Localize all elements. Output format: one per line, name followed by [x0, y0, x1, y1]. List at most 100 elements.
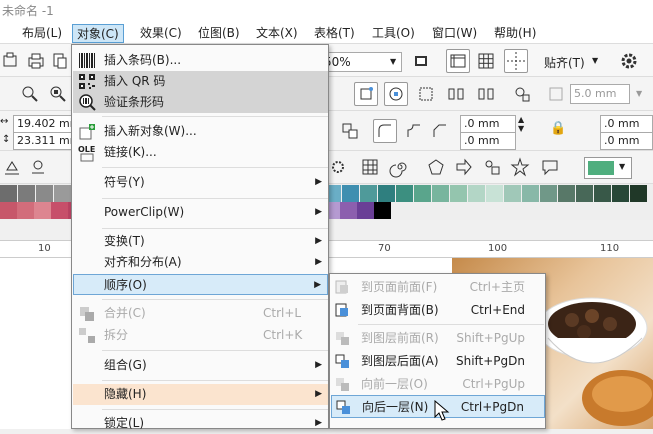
snap-to-menu[interactable]: 贴齐(T)	[544, 54, 585, 71]
gear-icon[interactable]	[617, 49, 641, 73]
palette-swatch[interactable]	[450, 185, 467, 202]
palette-swatch[interactable]	[558, 185, 575, 202]
menu-to-front-of-layer[interactable]: 到图层前面(R) Shift+PgUp	[331, 327, 545, 350]
palette-swatch[interactable]	[432, 185, 449, 202]
palette-swatch[interactable]	[374, 202, 391, 219]
menu-to-back-of-layer[interactable]: 到图层后面(A) Shift+PgDn	[331, 350, 545, 373]
menu-tools[interactable]: 工具(O)	[368, 24, 419, 43]
palette-swatch[interactable]	[0, 202, 17, 219]
spinner-icon[interactable]: ▲ ▼	[518, 115, 524, 133]
palette-swatch[interactable]	[378, 185, 395, 202]
palette-swatch[interactable]	[54, 185, 71, 202]
outline-width-field[interactable]: 5.0 mm	[570, 84, 630, 104]
node-flip-v-icon[interactable]	[474, 82, 498, 106]
round-corner-icon[interactable]	[373, 119, 397, 143]
palette-swatch[interactable]	[414, 185, 431, 202]
chevron-down-icon[interactable]: ▼	[636, 89, 642, 98]
menu-powerclip[interactable]: PowerClip(W) ▶	[73, 202, 328, 223]
settings-small-icon[interactable]	[326, 155, 350, 179]
palette-swatch[interactable]	[522, 185, 539, 202]
show-grid-icon[interactable]	[474, 49, 498, 73]
palette-swatch[interactable]	[51, 202, 68, 219]
palette-swatch[interactable]	[630, 185, 647, 202]
menu-table[interactable]: 表格(T)	[310, 24, 359, 43]
node-align-icon[interactable]	[384, 82, 408, 106]
menu-insert-barcode[interactable]: 插入条码(B)...	[73, 50, 328, 71]
zoom-page-icon[interactable]	[46, 82, 70, 106]
fill-bucket-icon[interactable]	[0, 155, 24, 179]
palette-swatch[interactable]	[540, 185, 557, 202]
show-guidelines-icon[interactable]	[504, 49, 528, 73]
palette-swatch[interactable]	[342, 185, 359, 202]
menu-insert-new-object[interactable]: 插入新对象(W)...	[73, 121, 328, 142]
corner-radius-top-right[interactable]: .0 mm	[600, 115, 653, 133]
menu-verify-barcode[interactable]: 验证条形码	[73, 92, 328, 113]
position-y-field[interactable]: 23.311 mm	[13, 132, 73, 150]
palette-swatch[interactable]	[357, 202, 374, 219]
corner-radius-bottom-left[interactable]: .0 mm	[460, 132, 516, 150]
palette-swatch[interactable]	[0, 185, 17, 202]
fill-color-picker[interactable]: ▼	[584, 157, 632, 179]
palette-swatch[interactable]	[504, 185, 521, 202]
table-icon[interactable]	[358, 155, 382, 179]
interactive-fill-icon[interactable]	[26, 155, 50, 179]
flowchart-icon[interactable]	[480, 155, 504, 179]
palette-swatch[interactable]	[612, 185, 629, 202]
chevron-down-icon[interactable]: ▼	[390, 57, 396, 66]
chevron-down-icon[interactable]: ▼	[592, 56, 598, 65]
menu-insert-qr-code[interactable]: 插入 QR 码	[73, 71, 328, 92]
bbox-icon[interactable]	[414, 82, 438, 106]
show-rulers-icon[interactable]	[446, 49, 470, 73]
lock-icon[interactable]: 🔒	[550, 121, 566, 136]
arrow-shape-icon[interactable]	[452, 155, 476, 179]
palette-swatch[interactable]	[576, 185, 593, 202]
palette-swatch[interactable]	[18, 185, 35, 202]
menu-effects[interactable]: 效果(C)	[136, 24, 186, 43]
palette-swatch[interactable]	[360, 185, 377, 202]
menu-text[interactable]: 文本(X)	[252, 24, 302, 43]
fullscreen-icon[interactable]	[409, 49, 433, 73]
polygon-icon[interactable]	[424, 155, 448, 179]
mirror-icon[interactable]	[510, 82, 534, 106]
node-flip-icon[interactable]	[444, 82, 468, 106]
palette-swatch[interactable]	[486, 185, 503, 202]
star-shape-icon[interactable]	[508, 155, 532, 179]
palette-swatch[interactable]	[396, 185, 413, 202]
menu-to-front-of-page[interactable]: 到页面前面(F) Ctrl+主页	[331, 276, 545, 299]
menu-hide[interactable]: 隐藏(H) ▶	[73, 384, 328, 405]
menu-window[interactable]: 窗口(W)	[428, 24, 481, 43]
menu-break-apart[interactable]: 拆分 Ctrl+K	[73, 325, 328, 346]
transform-icon[interactable]	[338, 119, 362, 143]
menu-bitmaps[interactable]: 位图(B)	[194, 24, 244, 43]
cut-icon[interactable]	[48, 49, 72, 73]
menu-forward-one[interactable]: 向前一层(O) Ctrl+PgUp	[331, 373, 545, 396]
open-icon[interactable]	[0, 49, 24, 73]
menu-to-back-of-page[interactable]: 到页面背面(B) Ctrl+End	[331, 299, 545, 322]
menu-layout[interactable]: 布局(L)	[18, 24, 66, 43]
palette-swatch[interactable]	[17, 202, 34, 219]
menu-links[interactable]: OLE 链接(K)...	[73, 142, 328, 163]
palette-swatch[interactable]	[34, 202, 51, 219]
print-icon[interactable]	[24, 49, 48, 73]
menu-align-distribute[interactable]: 对齐和分布(A) ▶	[73, 252, 328, 273]
menu-object[interactable]: 对象(C)	[72, 24, 124, 43]
callout-icon[interactable]	[538, 155, 562, 179]
chamfer-corner-icon[interactable]	[428, 119, 452, 143]
menu-help[interactable]: 帮助(H)	[490, 24, 540, 43]
menu-order[interactable]: 顺序(O) ▶	[73, 274, 328, 295]
palette-swatch[interactable]	[594, 185, 611, 202]
position-x-field[interactable]: 19.402 mm	[13, 115, 73, 133]
menu-transform[interactable]: 变换(T) ▶	[73, 231, 328, 252]
scallop-corner-icon[interactable]	[402, 119, 426, 143]
palette-swatch[interactable]	[36, 185, 53, 202]
menu-lock[interactable]: 锁定(L) ▶	[73, 413, 328, 434]
palette-swatch[interactable]	[340, 202, 357, 219]
corner-radius-bottom-right[interactable]: .0 mm	[600, 132, 653, 150]
zoom-icon[interactable]	[18, 82, 42, 106]
corner-radius-top-left[interactable]: .0 mm	[460, 115, 516, 133]
menu-symbol[interactable]: 符号(Y) ▶	[73, 172, 328, 193]
chevron-down-icon[interactable]: ▼	[619, 162, 625, 171]
spiral-icon[interactable]	[388, 155, 412, 179]
menu-group[interactable]: 组合(G) ▶	[73, 355, 328, 376]
palette-swatch[interactable]	[468, 185, 485, 202]
